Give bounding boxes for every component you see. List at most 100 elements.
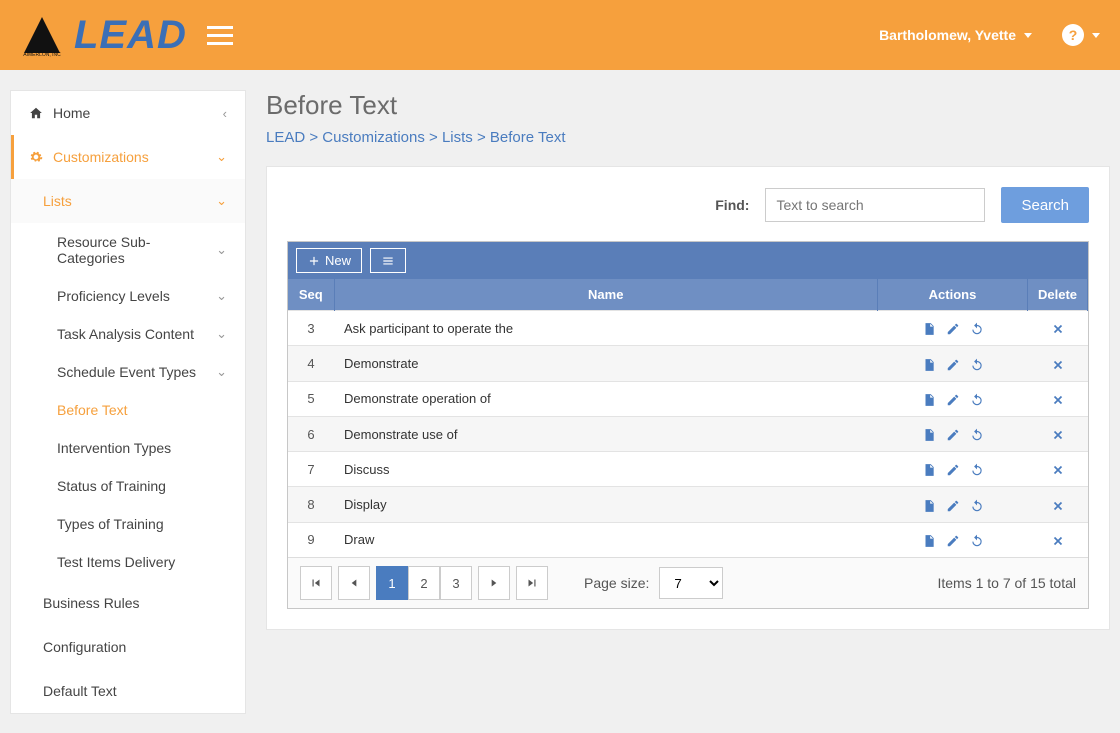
pager-prev-button[interactable]: [338, 566, 370, 600]
edit-icon[interactable]: [946, 496, 960, 512]
sidebar-item-lists[interactable]: Lists ⌄: [11, 179, 245, 223]
sidebar-item-types-of-training[interactable]: Types of Training: [11, 505, 245, 543]
new-button[interactable]: New: [296, 248, 362, 273]
column-header-seq[interactable]: Seq: [288, 279, 334, 311]
cell-name: Display: [334, 487, 878, 522]
table-row: 7Discuss: [288, 452, 1088, 487]
page-size-select[interactable]: 7: [659, 567, 723, 599]
edit-icon[interactable]: [946, 391, 960, 407]
pager-next-button[interactable]: [478, 566, 510, 600]
plus-icon: [307, 254, 321, 268]
table-row: 4Demonstrate: [288, 346, 1088, 381]
view-icon[interactable]: [922, 532, 936, 548]
sidebar-item-test-items-delivery[interactable]: Test Items Delivery: [11, 543, 245, 581]
view-icon[interactable]: [922, 461, 936, 477]
table-row: 8Display: [288, 487, 1088, 522]
view-icon[interactable]: [922, 496, 936, 512]
sidebar-item-proficiency-levels[interactable]: Proficiency Levels ⌄: [11, 277, 245, 315]
delete-icon[interactable]: [1051, 320, 1065, 336]
cogs-icon: [29, 150, 43, 164]
undo-icon[interactable]: [970, 461, 984, 477]
view-icon[interactable]: [922, 391, 936, 407]
sidebar-item-default-text[interactable]: Default Text: [11, 669, 245, 713]
brand-text: LEAD: [74, 13, 187, 58]
cell-seq: 9: [288, 522, 334, 557]
edit-icon[interactable]: [946, 532, 960, 548]
menu-toggle-icon[interactable]: [207, 21, 233, 50]
sidebar-item-customizations[interactable]: Customizations ⌄: [11, 135, 245, 179]
breadcrumb-link[interactable]: Customizations: [322, 129, 425, 146]
prev-icon: [347, 576, 361, 590]
sidebar-item-before-text[interactable]: Before Text: [11, 391, 245, 429]
caret-down-icon: [1092, 33, 1100, 38]
data-grid: New Seq Name Actions Delete: [287, 241, 1089, 609]
undo-icon[interactable]: [970, 391, 984, 407]
pager-first-button[interactable]: [300, 566, 332, 600]
logo[interactable]: AIMERLON, INC LEAD: [20, 13, 187, 58]
view-icon[interactable]: [922, 426, 936, 442]
delete-icon[interactable]: [1051, 461, 1065, 477]
sidebar-item-label: Business Rules: [43, 595, 140, 611]
sidebar-item-status-of-training[interactable]: Status of Training: [11, 467, 245, 505]
cell-name: Demonstrate use of: [334, 416, 878, 451]
undo-icon[interactable]: [970, 532, 984, 548]
edit-icon[interactable]: [946, 461, 960, 477]
breadcrumb-link[interactable]: Lists: [442, 129, 473, 146]
chevron-down-icon: ⌄: [216, 149, 227, 165]
sidebar-item-label: Status of Training: [57, 478, 166, 494]
help-icon: ?: [1062, 24, 1084, 46]
last-icon: [525, 576, 539, 590]
delete-icon[interactable]: [1051, 426, 1065, 442]
breadcrumb-current: Before Text: [490, 129, 566, 146]
view-icon[interactable]: [922, 320, 936, 336]
breadcrumb-link[interactable]: LEAD: [266, 129, 305, 146]
delete-icon[interactable]: [1051, 391, 1065, 407]
help-menu[interactable]: ?: [1062, 24, 1100, 46]
user-menu[interactable]: Bartholomew, Yvette: [879, 27, 1032, 43]
pager-page-button[interactable]: 2: [408, 566, 440, 600]
delete-icon[interactable]: [1051, 496, 1065, 512]
edit-icon[interactable]: [946, 320, 960, 336]
sidebar-item-schedule-event-types[interactable]: Schedule Event Types ⌄: [11, 353, 245, 391]
delete-icon[interactable]: [1051, 532, 1065, 548]
table-row: 9Draw: [288, 522, 1088, 557]
view-icon[interactable]: [922, 355, 936, 371]
delete-icon[interactable]: [1051, 355, 1065, 371]
search-label: Find:: [715, 197, 749, 213]
column-header-name[interactable]: Name: [334, 279, 878, 311]
cell-seq: 4: [288, 346, 334, 381]
edit-icon[interactable]: [946, 426, 960, 442]
chevron-down-icon: ⌄: [216, 364, 227, 380]
column-header-actions: Actions: [878, 279, 1028, 311]
pager-page-button[interactable]: 1: [376, 566, 408, 600]
pager-last-button[interactable]: [516, 566, 548, 600]
cell-name: Draw: [334, 522, 878, 557]
home-icon: [29, 106, 43, 120]
search-button[interactable]: Search: [1001, 187, 1089, 223]
sidebar-item-label: Configuration: [43, 639, 126, 655]
sidebar-item-label: Test Items Delivery: [57, 554, 175, 570]
table-row: 3Ask participant to operate the: [288, 311, 1088, 346]
sidebar-item-intervention-types[interactable]: Intervention Types: [11, 429, 245, 467]
edit-icon[interactable]: [946, 355, 960, 371]
cell-seq: 5: [288, 381, 334, 416]
undo-icon[interactable]: [970, 355, 984, 371]
sidebar-item-resource-sub-categories[interactable]: Resource Sub-Categories ⌄: [11, 223, 245, 277]
sidebar-item-task-analysis-content[interactable]: Task Analysis Content ⌄: [11, 315, 245, 353]
sidebar-item-business-rules[interactable]: Business Rules: [11, 581, 245, 625]
user-name: Bartholomew, Yvette: [879, 27, 1016, 43]
undo-icon[interactable]: [970, 496, 984, 512]
pager-page-button[interactable]: 3: [440, 566, 472, 600]
undo-icon[interactable]: [970, 426, 984, 442]
sidebar-item-label: Schedule Event Types: [57, 364, 196, 380]
next-icon: [487, 576, 501, 590]
page-title: Before Text: [266, 90, 1110, 121]
cell-name: Demonstrate operation of: [334, 381, 878, 416]
sidebar-item-home[interactable]: Home ‹: [11, 91, 245, 135]
search-input[interactable]: [765, 188, 985, 222]
undo-icon[interactable]: [970, 320, 984, 336]
sidebar-item-label: Proficiency Levels: [57, 288, 170, 304]
sidebar-item-label: Intervention Types: [57, 440, 171, 456]
sidebar-item-configuration[interactable]: Configuration: [11, 625, 245, 669]
grid-menu-button[interactable]: [370, 248, 406, 273]
